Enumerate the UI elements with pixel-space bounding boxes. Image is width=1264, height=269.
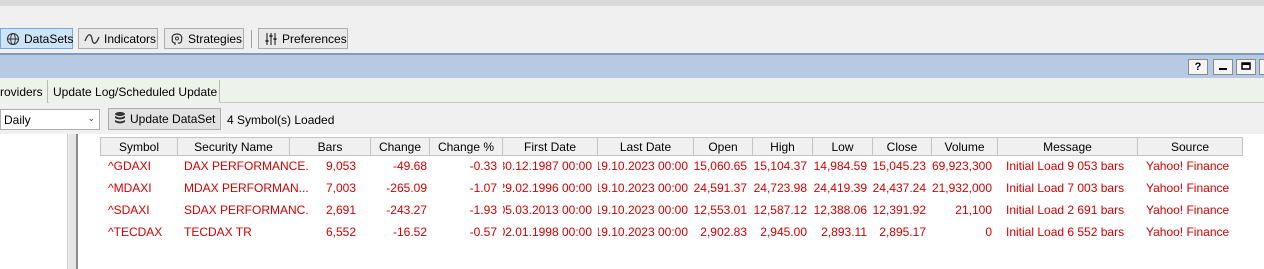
cell-first-date: 05.03.2013 00:00 [503, 203, 592, 217]
cell-message: Initial Load 7 003 bars [1006, 181, 1125, 195]
cell-source: Yahoo! Finance [1146, 159, 1230, 173]
indicators-label: Indicators [104, 31, 157, 46]
column-header[interactable]: Close [873, 137, 932, 156]
tab-update-log[interactable]: Update Log/Scheduled Update [49, 80, 220, 103]
panel-header: ? [0, 53, 1264, 78]
column-header[interactable]: Change [371, 137, 430, 156]
cell-volume: 0 [985, 225, 992, 239]
cell-source: Yahoo! Finance [1146, 203, 1230, 217]
cell-volume: 69,923,300 [931, 159, 992, 173]
maximize-icon [1241, 61, 1251, 74]
cell-symbol: ^SDAXI [108, 203, 150, 217]
column-header[interactable]: High [753, 137, 813, 156]
cell-message: Initial Load 2 691 bars [1006, 203, 1125, 217]
cell-change-pct: -1.07 [469, 181, 497, 195]
cell-bars: 7,003 [325, 181, 356, 195]
tab-label: roviders [0, 84, 43, 99]
scale-value: Daily [4, 112, 31, 127]
cell-volume: 21,100 [955, 203, 992, 217]
database-icon [114, 111, 126, 128]
dataset-tree-pane [0, 134, 68, 269]
strategies-label: Strategies [188, 31, 243, 46]
load-status-text: 4 Symbol(s) Loaded [227, 113, 335, 127]
help-button[interactable]: ? [1188, 59, 1208, 75]
minimize-button[interactable] [1213, 59, 1233, 75]
window-top-strip [0, 0, 1264, 6]
cell-change: -243.27 [386, 203, 427, 217]
cell-change-pct: -1.93 [469, 203, 497, 217]
column-header[interactable]: Low [813, 137, 873, 156]
cell-change: -16.52 [392, 225, 427, 239]
symbols-grid: Symbol Security Name Bars Change Change … [78, 134, 1264, 269]
tab-data-providers[interactable]: roviders [0, 80, 48, 103]
cell-message: Initial Load 9 053 bars [1006, 159, 1125, 173]
column-header[interactable]: Symbol [100, 137, 178, 156]
preferences-label: Preferences [282, 31, 347, 46]
cell-change-pct: -0.33 [469, 159, 497, 173]
minimize-icon [1218, 61, 1228, 74]
globe-icon [6, 32, 20, 46]
tab-label: Update Log/Scheduled Update [53, 84, 218, 99]
column-header[interactable]: Last Date [598, 137, 694, 156]
cell-first-date: 29.02.1996 00:00 [503, 181, 592, 195]
column-header[interactable]: Change % [430, 137, 503, 156]
cell-change-pct: -0.57 [469, 225, 497, 239]
wave-icon [84, 33, 100, 45]
indicators-button[interactable]: Indicators [78, 28, 158, 49]
cell-symbol: ^TECDAX [108, 225, 163, 239]
brain-icon [170, 32, 184, 46]
column-header[interactable]: Source [1138, 137, 1243, 156]
tab-strip: roviders Update Log/Scheduled Update [0, 80, 1264, 103]
column-header[interactable]: Message [998, 137, 1138, 156]
help-label: ? [1194, 61, 1202, 73]
datasets-label: DataSets [24, 31, 74, 46]
sliders-icon [264, 32, 278, 46]
close-button[interactable] [1259, 59, 1264, 75]
cell-security-name: TECDAX TR [184, 225, 252, 239]
strategies-button[interactable]: Strategies [164, 28, 244, 49]
cell-source: Yahoo! Finance [1146, 225, 1230, 239]
column-header[interactable]: Bars [290, 137, 371, 156]
column-header[interactable]: Open [694, 137, 753, 156]
toolbar-separator [251, 30, 252, 48]
cell-bars: 2,691 [325, 203, 356, 217]
update-dataset-button[interactable]: Update DataSet [108, 108, 222, 130]
datasets-button[interactable]: DataSets [0, 28, 73, 49]
cell-change: -49.68 [392, 159, 427, 173]
chevron-down-icon: ⌄ [87, 113, 95, 123]
cell-security-name: DAX PERFORMANCE... [184, 159, 308, 173]
cell-security-name: MDAX PERFORMAN... [184, 181, 308, 195]
controls-bar: Daily ⌄ Update DataSet 4 Symbol(s) Loade… [0, 106, 1264, 132]
cell-change: -265.09 [386, 181, 427, 195]
column-header[interactable]: First Date [503, 137, 598, 156]
preferences-button[interactable]: Preferences [258, 28, 348, 49]
cell-bars: 9,053 [325, 159, 356, 173]
cell-volume: 21,932,000 [931, 181, 992, 195]
cell-message: Initial Load 6 552 bars [1006, 225, 1125, 239]
column-header[interactable]: Security Name [178, 137, 290, 156]
cell-bars: 6,552 [325, 225, 356, 239]
cell-first-date: 02.01.1998 00:00 [503, 225, 592, 239]
update-dataset-label: Update DataSet [130, 112, 216, 126]
maximize-button[interactable] [1236, 59, 1256, 75]
cell-symbol: ^MDAXI [108, 181, 152, 195]
cell-source: Yahoo! Finance [1146, 181, 1230, 195]
column-header[interactable]: Volume [932, 137, 998, 156]
cell-first-date: 30.12.1987 00:00 [503, 159, 592, 173]
scale-select[interactable]: Daily ⌄ [0, 109, 100, 130]
pane-splitter[interactable] [69, 134, 76, 269]
main-toolbar: DataSets Indicators Strategies Preferenc… [0, 28, 360, 50]
cell-symbol: ^GDAXI [108, 159, 151, 173]
cell-security-name: SDAX PERFORMANC... [184, 203, 308, 217]
